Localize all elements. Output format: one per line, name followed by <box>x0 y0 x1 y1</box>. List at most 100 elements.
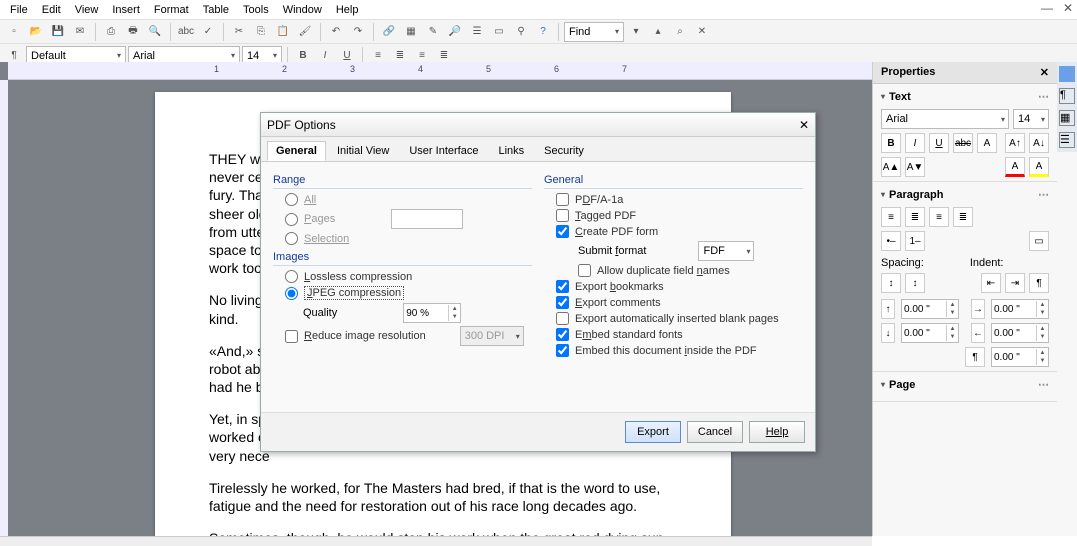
find-prev-icon[interactable]: ▴ <box>648 22 668 42</box>
chk-export-bookmarks[interactable] <box>556 280 569 293</box>
prop-strike-button[interactable]: abc <box>953 133 973 153</box>
prop-indentinc[interactable]: ⇥ <box>1005 273 1025 293</box>
prop-growfont-button[interactable]: A▲ <box>881 157 901 177</box>
open-icon[interactable]: 📂 <box>26 22 46 42</box>
chk-export-blank[interactable] <box>556 312 569 325</box>
radio-lossless[interactable] <box>285 270 298 283</box>
section-menu-icon-2[interactable]: ⋯ <box>1038 188 1049 201</box>
radio-pages[interactable] <box>285 213 298 226</box>
chk-tagged[interactable] <box>556 209 569 222</box>
tab-security[interactable]: Security <box>535 141 593 161</box>
menu-edit[interactable]: Edit <box>36 2 67 18</box>
submit-format-combo[interactable]: FDF <box>698 241 754 261</box>
help-button[interactable]: Help <box>749 421 805 443</box>
undo-icon[interactable]: ↶ <box>326 22 346 42</box>
prop-align-left[interactable]: ≡ <box>881 207 901 227</box>
chk-reduce[interactable] <box>285 330 298 343</box>
indent-first-spin[interactable]: ▲▼ <box>991 347 1049 367</box>
section-menu-icon[interactable]: ⋯ <box>1038 90 1049 103</box>
dialog-close-icon[interactable]: ✕ <box>799 118 809 132</box>
space-above-spin[interactable]: ▲▼ <box>901 299 959 319</box>
sidebar-navigator-icon[interactable]: ☰ <box>1059 132 1075 148</box>
navigator-icon[interactable]: ☰ <box>467 22 487 42</box>
showdraw-icon[interactable]: ✎ <box>423 22 443 42</box>
chk-allow-dup[interactable] <box>578 264 591 277</box>
prop-font-combo[interactable]: Arial <box>881 109 1009 129</box>
pages-input[interactable] <box>391 209 463 229</box>
menu-table[interactable]: Table <box>197 2 235 18</box>
prop-spacinginc[interactable]: ↕ <box>881 273 901 293</box>
print-icon[interactable]: 🖶 <box>123 22 143 42</box>
prop-numbering[interactable]: 1– <box>905 231 925 251</box>
prop-bold-button[interactable]: B <box>881 133 901 153</box>
paste-icon[interactable]: 📋 <box>273 22 293 42</box>
table-icon[interactable]: ▦ <box>401 22 421 42</box>
find-combo[interactable]: Find <box>564 22 624 42</box>
chk-create-form[interactable] <box>556 225 569 238</box>
prop-indentdec[interactable]: ⇤ <box>981 273 1001 293</box>
indent-first-value[interactable] <box>992 352 1036 363</box>
ruler-vertical[interactable] <box>0 80 8 536</box>
export-button[interactable]: Export <box>625 421 681 443</box>
findrep-icon[interactable]: 🔎 <box>445 22 465 42</box>
hyperlink-icon[interactable]: 🔗 <box>379 22 399 42</box>
help-icon[interactable]: ? <box>533 22 553 42</box>
indent-after-value[interactable] <box>992 328 1036 339</box>
sidebar-gallery-icon[interactable]: ▦ <box>1059 110 1075 126</box>
properties-close-icon[interactable]: ✕ <box>1040 66 1049 79</box>
prop-spacingdec[interactable]: ↕ <box>905 273 925 293</box>
chk-pdfa[interactable] <box>556 193 569 206</box>
sidebar-styles-icon[interactable]: ¶ <box>1059 88 1075 104</box>
spellcheck-icon[interactable]: abc <box>176 22 196 42</box>
prop-underline-button[interactable]: U <box>929 133 949 153</box>
quality-spin[interactable]: ▲▼ <box>403 303 461 323</box>
zoom-icon[interactable]: ⚲ <box>511 22 531 42</box>
radio-all[interactable] <box>285 193 298 206</box>
export-pdf-icon[interactable]: ⎙ <box>101 22 121 42</box>
space-above-value[interactable] <box>902 304 946 315</box>
menu-view[interactable]: View <box>69 2 105 18</box>
prop-highlight-button[interactable]: A <box>1029 157 1049 177</box>
section-paragraph[interactable]: Paragraph⋯ <box>881 188 1049 201</box>
mail-icon[interactable]: ✉ <box>70 22 90 42</box>
chk-embed-doc[interactable] <box>556 344 569 357</box>
find-close-icon[interactable]: ✕ <box>692 22 712 42</box>
prop-size-combo[interactable]: 14 <box>1013 109 1049 129</box>
prop-align-justify[interactable]: ≣ <box>953 207 973 227</box>
chk-export-comments[interactable] <box>556 296 569 309</box>
prop-shadow-button[interactable]: A <box>977 133 997 153</box>
menu-format[interactable]: Format <box>148 2 195 18</box>
tab-links[interactable]: Links <box>489 141 533 161</box>
tab-user-interface[interactable]: User Interface <box>400 141 487 161</box>
prop-bullets[interactable]: •– <box>881 231 901 251</box>
prop-hanging[interactable]: ¶ <box>1029 273 1049 293</box>
prop-fontcolor-button[interactable]: A <box>1005 157 1025 177</box>
horizontal-scrollbar[interactable] <box>0 536 872 546</box>
quality-value[interactable] <box>404 308 448 319</box>
preview-icon[interactable]: 🔍 <box>145 22 165 42</box>
radio-selection[interactable] <box>285 232 298 245</box>
prop-italic-button[interactable]: I <box>905 133 925 153</box>
indent-after-spin[interactable]: ▲▼ <box>991 323 1049 343</box>
ruler-horizontal[interactable]: 1 2 3 4 5 6 7 <box>8 62 872 80</box>
chk-embed-fonts[interactable] <box>556 328 569 341</box>
radio-jpeg[interactable] <box>285 287 298 300</box>
section-menu-icon-3[interactable]: ⋯ <box>1038 378 1049 391</box>
cut-icon[interactable]: ✂ <box>229 22 249 42</box>
new-doc-icon[interactable]: ▫ <box>4 22 24 42</box>
prop-super-button[interactable]: A↑ <box>1005 133 1025 153</box>
prop-align-center[interactable]: ≣ <box>905 207 925 227</box>
formatpaint-icon[interactable]: 🖌 <box>295 22 315 42</box>
indent-before-spin[interactable]: ▲▼ <box>991 299 1049 319</box>
find-next-icon[interactable]: ▾ <box>626 22 646 42</box>
prop-shrinkfont-button[interactable]: A▼ <box>905 157 925 177</box>
autospell-icon[interactable]: ✓ <box>198 22 218 42</box>
reduce-dpi-combo[interactable]: 300 DPI <box>460 326 524 346</box>
menu-tools[interactable]: Tools <box>237 2 275 18</box>
menu-file[interactable]: File <box>4 2 34 18</box>
tab-general[interactable]: General <box>267 141 326 161</box>
sidebar-properties-icon[interactable] <box>1059 66 1075 82</box>
find-all-icon[interactable]: ⌕ <box>670 22 690 42</box>
cancel-button[interactable]: Cancel <box>687 421 743 443</box>
tab-initial-view[interactable]: Initial View <box>328 141 398 161</box>
